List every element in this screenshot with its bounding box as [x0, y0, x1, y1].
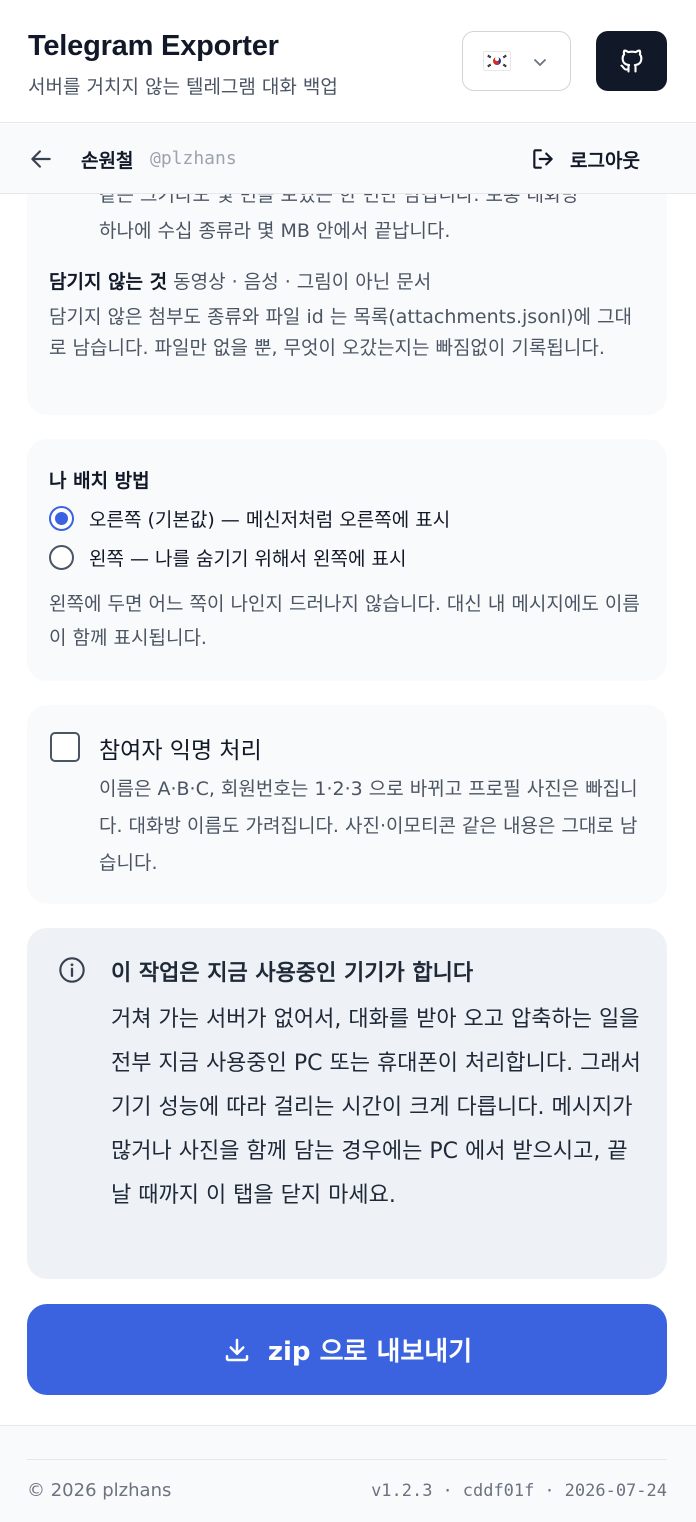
version[interactable]: v1.2.3	[371, 1481, 432, 1501]
sub-navigation: 손원철 @plzhans 로그아웃	[0, 124, 696, 194]
user-handle: @plzhans	[150, 148, 237, 169]
position-option-right[interactable]: 오른쪽 (기본값) — 메신저처럼 오른쪽에 표시	[49, 503, 450, 533]
language-select[interactable]	[462, 31, 571, 91]
build-info: v1.2.3 · cddf01f · 2026-07-24	[371, 1481, 667, 1501]
info-body: 거쳐 가는 서버가 없어서, 대화를 받아 오고 압축하는 일을 전부 지금 사…	[111, 1007, 641, 1208]
user-name: 손원철	[81, 150, 134, 172]
app-header: Telegram Exporter 서버를 거치지 않는 텔레그램 대화 백업	[0, 0, 696, 123]
app-title: Telegram Exporter	[28, 30, 279, 62]
export-label: zip 으로 내보내기	[267, 1337, 473, 1367]
excluded-note: 담기지 않은 첨부도 종류와 파일 id 는 목록(attachments.js…	[49, 306, 633, 359]
radio-checked[interactable]	[49, 505, 74, 531]
excluded-list: 동영상 · 음성 · 그림이 아닌 문서	[167, 271, 432, 293]
logout-label: 로그아웃	[570, 149, 640, 172]
excluded-label: 담기지 않는 것	[49, 271, 168, 293]
separator: ·	[442, 1481, 453, 1501]
export-zip-button[interactable]: zip 으로 내보내기	[27, 1304, 667, 1395]
info-icon	[59, 957, 85, 983]
logout-button[interactable]: 로그아웃	[530, 142, 640, 176]
github-button[interactable]	[596, 31, 667, 91]
korea-flag-icon	[483, 51, 511, 71]
separator: ·	[544, 1481, 555, 1501]
position-option-left[interactable]: 왼쪽 — 나를 숨기기 위해서 왼쪽에 표시	[49, 542, 406, 572]
device-info-box: 이 작업은 지금 사용중인 기기가 합니다 거쳐 가는 서버가 없어서, 대화를…	[27, 928, 667, 1279]
radio-unchecked[interactable]	[49, 544, 74, 570]
anonymize-title[interactable]: 참여자 익명 처리	[99, 731, 262, 765]
footer-divider	[27, 1459, 667, 1460]
logout-icon	[533, 149, 553, 169]
attachments-text-line: 하나에 수십 종류라 몇 MB 안에서 끝납니다.	[99, 220, 451, 242]
copyright: © 2026 plzhans	[27, 1480, 172, 1501]
github-icon	[619, 49, 642, 73]
my-position-label: 나 배치 방법	[49, 470, 150, 492]
my-position-card: 나 배치 방법 오른쪽 (기본값) — 메신저처럼 오른쪽에 표시 왼쪽 — 나…	[27, 439, 667, 681]
excluded-items: 담기지 않는 것 동영상 · 음성 · 그림이 아닌 문서	[49, 267, 431, 294]
build-date: 2026-07-24	[564, 1481, 667, 1501]
commit-hash[interactable]: cddf01f	[463, 1481, 535, 1501]
info-title: 이 작업은 지금 사용중인 기기가 합니다	[111, 961, 474, 986]
download-icon	[225, 1338, 249, 1361]
back-arrow-icon[interactable]	[28, 146, 54, 172]
anonymize-card: 참여자 익명 처리 이름은 A·B·C, 회원번호는 1·2·3 으로 바뀌고 …	[27, 705, 667, 904]
option-label: 왼쪽 — 나를 숨기기 위해서 왼쪽에 표시	[89, 547, 407, 570]
chevron-down-icon	[534, 59, 546, 66]
footer: © 2026 plzhans v1.2.3 · cddf01f · 2026-0…	[0, 1425, 696, 1522]
option-label: 오른쪽 (기본값) — 메신저처럼 오른쪽에 표시	[89, 508, 451, 531]
anonymize-description: 이름은 A·B·C, 회원번호는 1·2·3 으로 바뀌고 프로필 사진은 빠집…	[99, 778, 638, 874]
app-subtitle: 서버를 거치지 않는 텔레그램 대화 백업	[28, 76, 338, 98]
position-note: 왼쪽에 두면 어느 쪽이 나인지 드러나지 않습니다. 대신 내 메시지에도 이…	[49, 593, 640, 649]
anonymize-checkbox[interactable]	[50, 732, 80, 762]
